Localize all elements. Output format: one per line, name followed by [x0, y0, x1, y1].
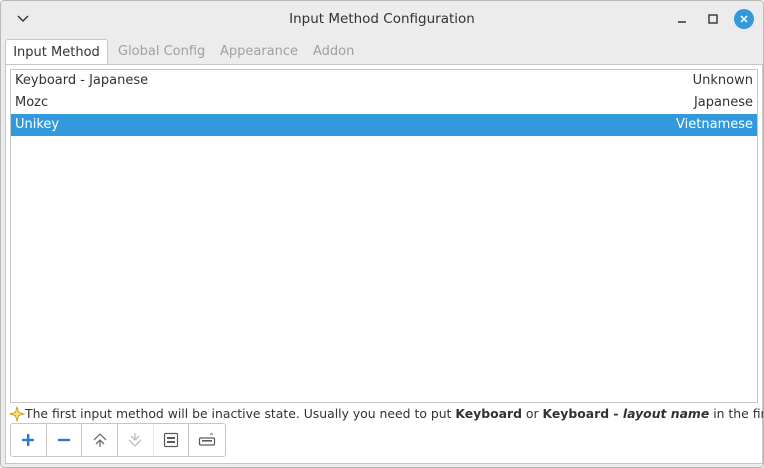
window-title: Input Method Configuration [289, 11, 475, 27]
minus-icon [58, 438, 70, 442]
input-method-name: Keyboard - Japanese [15, 73, 149, 88]
add-input-method-button[interactable] [11, 424, 47, 456]
tab-input-method[interactable]: Input Method [5, 39, 108, 65]
remove-input-method-button[interactable] [47, 424, 83, 456]
tab-addon[interactable]: Addon [313, 39, 354, 65]
tab-appearance[interactable]: Appearance [220, 39, 298, 65]
keyboard-layout-button[interactable] [189, 424, 225, 456]
close-button[interactable] [734, 9, 754, 29]
configure-input-method-button[interactable] [154, 424, 190, 456]
minimize-icon [678, 21, 686, 23]
keyboard-layout-icon [199, 433, 216, 446]
input-method-language: Japanese [693, 95, 753, 110]
list-item[interactable]: Keyboard - Japanese Unknown [11, 70, 757, 92]
configure-icon [163, 432, 179, 448]
hint-message: The first input method will be inactive … [6, 405, 763, 423]
input-method-name: Mozc [15, 95, 49, 110]
plus-icon [22, 434, 35, 446]
input-method-config-window: Input Method Configuration Input Method … [0, 0, 764, 468]
input-method-language: Vietnamese [676, 117, 753, 132]
tab-global-config[interactable]: Global Config [118, 39, 205, 65]
title-bar[interactable]: Input Method Configuration [1, 1, 763, 37]
input-method-list[interactable]: Keyboard - Japanese Unknown Mozc Japanes… [10, 69, 758, 403]
move-down-icon [128, 433, 142, 447]
tab-bar: Input Method Global Config Appearance Ad… [1, 39, 763, 65]
hint-text: The first input method will be inactive … [25, 406, 763, 421]
move-up-button[interactable] [82, 424, 119, 456]
list-item[interactable]: Mozc Japanese [11, 92, 757, 114]
maximize-button[interactable] [702, 9, 724, 29]
input-method-toolbar [10, 423, 226, 457]
input-method-panel: Keyboard - Japanese Unknown Mozc Japanes… [5, 64, 763, 464]
maximize-icon [708, 14, 718, 24]
close-icon [740, 15, 748, 23]
move-down-button[interactable] [118, 424, 154, 456]
move-up-icon [93, 433, 107, 447]
input-method-language: Unknown [692, 73, 753, 88]
list-item-selected[interactable]: Unikey Vietnamese [11, 114, 757, 136]
input-method-name: Unikey [15, 117, 60, 132]
sparkle-hint-icon [9, 406, 25, 422]
minimize-button[interactable] [671, 9, 693, 29]
